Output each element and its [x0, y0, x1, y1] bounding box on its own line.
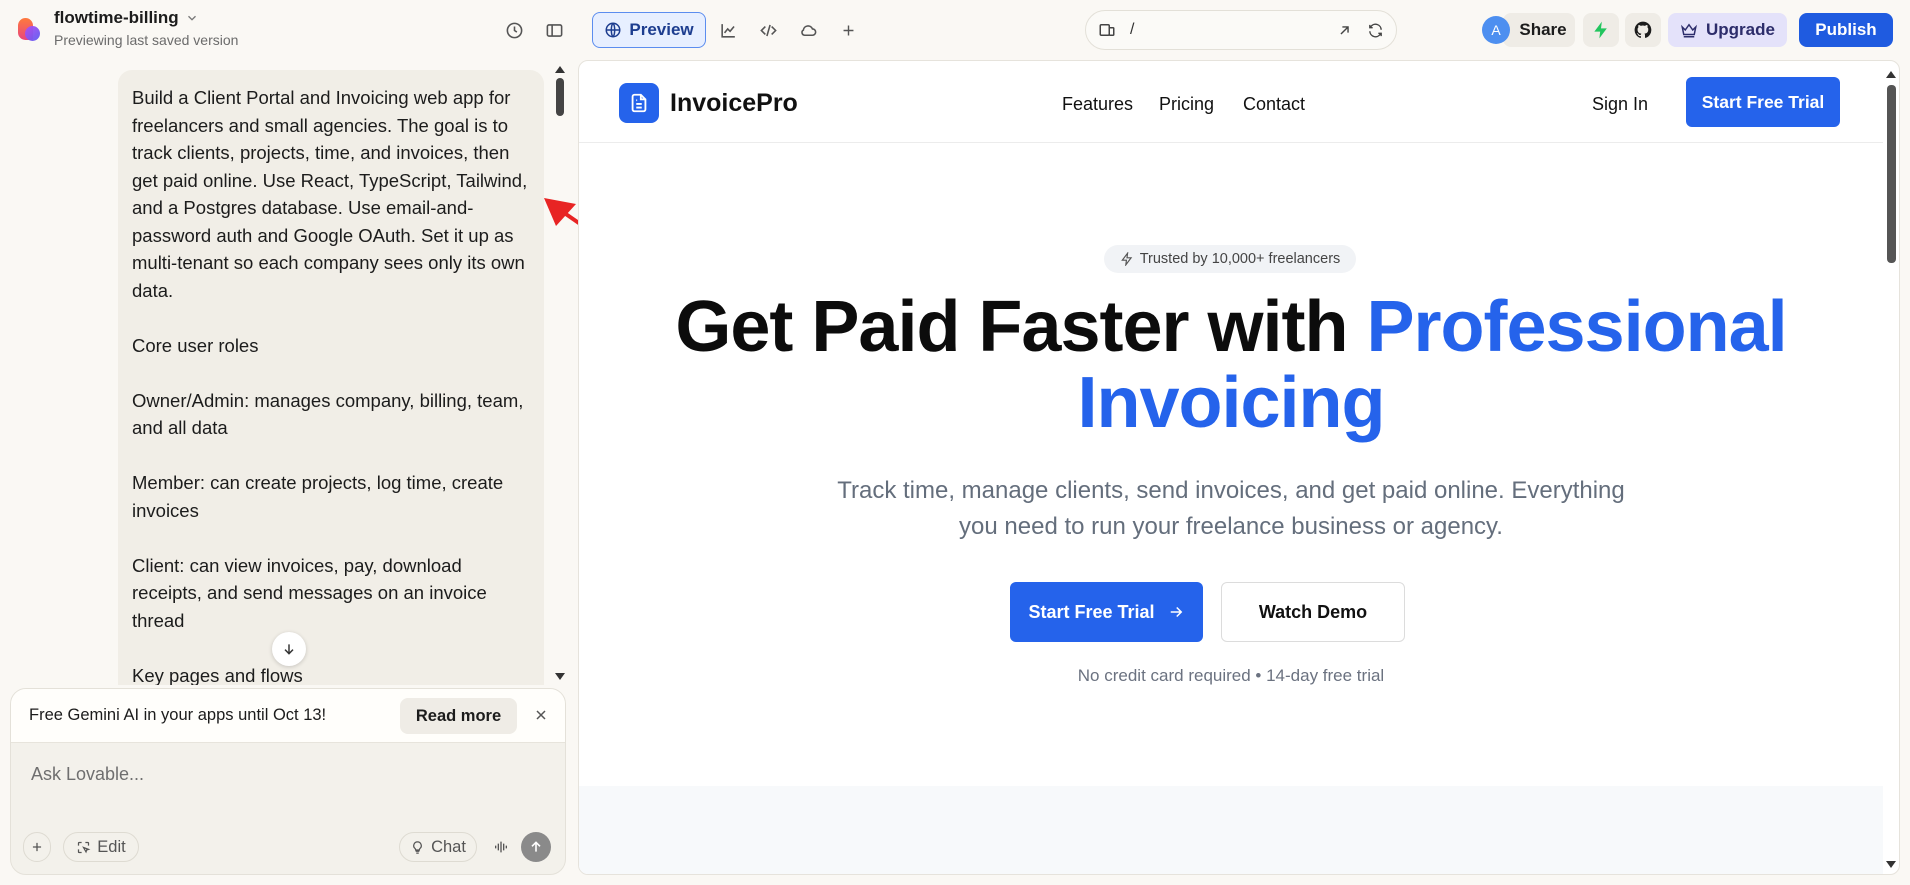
chat-scroll-up-arrow[interactable] — [555, 66, 565, 73]
promo-banner: Free Gemini AI in your apps until Oct 13… — [11, 689, 565, 743]
globe-icon — [605, 22, 621, 38]
bolt-button[interactable] — [1583, 13, 1619, 47]
chat-composer: Free Gemini AI in your apps until Oct 13… — [10, 688, 566, 875]
arrow-right-icon — [1170, 606, 1182, 618]
site-scroll-down-arrow[interactable] — [1886, 861, 1896, 868]
chat-mode-button[interactable]: Chat — [399, 832, 477, 862]
message-paragraph: Key pages and flows — [132, 664, 303, 686]
close-icon[interactable] — [531, 705, 551, 725]
avatar[interactable]: A — [1482, 16, 1510, 44]
chat-scrollbar-thumb[interactable] — [556, 78, 564, 116]
nav-contact[interactable]: Contact — [1243, 94, 1305, 115]
message-paragraph: Build a Client Portal and Invoicing web … — [132, 87, 528, 301]
site-brand[interactable]: InvoicePro — [670, 89, 798, 118]
chevron-down-icon — [187, 15, 196, 21]
open-external-icon[interactable] — [1336, 22, 1353, 39]
message-paragraph: Client: can view invoices, pay, download… — [132, 554, 487, 631]
upgrade-button[interactable]: Upgrade — [1668, 13, 1787, 47]
plus-icon — [32, 842, 42, 852]
sign-in-link[interactable]: Sign In — [1592, 94, 1648, 115]
lovable-logo — [18, 18, 42, 42]
arrow-down-icon — [284, 644, 294, 655]
code-icon[interactable] — [752, 14, 784, 46]
crown-icon — [1681, 23, 1697, 38]
url-path[interactable]: / — [1130, 21, 1134, 39]
document-icon — [631, 93, 647, 113]
user-message: Build a Client Portal and Invoicing web … — [118, 70, 544, 685]
project-name: flowtime-billing — [54, 8, 179, 27]
publish-button[interactable]: Publish — [1799, 13, 1893, 47]
message-paragraph: Core user roles — [132, 334, 259, 356]
plus-icon[interactable] — [832, 14, 864, 46]
cloud-icon[interactable] — [792, 14, 824, 46]
select-icon — [78, 841, 91, 853]
nav-start-trial-button[interactable]: Start Free Trial — [1686, 77, 1840, 127]
chat-input[interactable] — [31, 764, 531, 785]
waveform-icon — [495, 841, 507, 853]
scroll-to-bottom-button[interactable] — [272, 632, 306, 666]
message-paragraph: Member: can create projects, log time, c… — [132, 472, 504, 521]
send-button[interactable] — [521, 832, 551, 862]
trust-badge: Trusted by 10,000+ freelancers — [1104, 245, 1356, 273]
site-navbar: InvoicePro Features Pricing Contact Sign… — [579, 61, 1883, 143]
promo-text: Free Gemini AI in your apps until Oct 13… — [29, 706, 327, 724]
next-section — [579, 786, 1883, 874]
read-more-button[interactable]: Read more — [400, 698, 517, 734]
site-logo[interactable] — [619, 83, 659, 123]
project-switcher[interactable]: flowtime-billing Previewing last saved v… — [18, 8, 238, 48]
bolt-icon — [1120, 252, 1132, 266]
voice-button[interactable] — [488, 832, 514, 862]
top-bar: flowtime-billing Previewing last saved v… — [0, 0, 1910, 60]
refresh-icon[interactable] — [1367, 22, 1384, 39]
bolt-icon — [1594, 21, 1607, 39]
sidebar-toggle-icon[interactable] — [542, 18, 566, 42]
preview-button[interactable]: Preview — [592, 12, 706, 48]
github-button[interactable] — [1625, 13, 1661, 47]
preview-frame: InvoicePro Features Pricing Contact Sign… — [578, 60, 1900, 875]
site-scrollbar-thumb[interactable] — [1887, 85, 1896, 263]
github-icon — [1634, 21, 1652, 38]
history-icon[interactable] — [502, 18, 526, 42]
edit-button[interactable]: Edit — [63, 832, 139, 862]
hero-heading: Get Paid Faster with Professional Invoic… — [675, 287, 1787, 443]
url-bar[interactable]: / — [1085, 10, 1397, 50]
trial-fineprint: No credit card required • 14-day free tr… — [1077, 666, 1385, 685]
share-button[interactable]: Share — [1503, 13, 1575, 47]
project-subtitle: Previewing last saved version — [54, 32, 239, 48]
lightbulb-icon — [413, 840, 422, 854]
analytics-icon[interactable] — [712, 14, 744, 46]
start-free-trial-button[interactable]: Start Free Trial — [1010, 582, 1203, 642]
site-scroll-up-arrow[interactable] — [1886, 71, 1896, 78]
device-icon[interactable] — [1098, 21, 1116, 39]
chat-scroll-down-arrow[interactable] — [555, 673, 565, 680]
hero-subtitle: Track time, manage clients, send invoice… — [837, 477, 1625, 540]
arrow-up-icon — [531, 841, 541, 852]
chat-history[interactable]: Build a Client Portal and Invoicing web … — [0, 60, 570, 685]
message-paragraph: Owner/Admin: manages company, billing, t… — [132, 389, 524, 439]
attach-button[interactable] — [23, 832, 51, 862]
watch-demo-button[interactable]: Watch Demo — [1221, 582, 1405, 642]
nav-pricing[interactable]: Pricing — [1159, 94, 1214, 115]
nav-features[interactable]: Features — [1062, 94, 1133, 115]
